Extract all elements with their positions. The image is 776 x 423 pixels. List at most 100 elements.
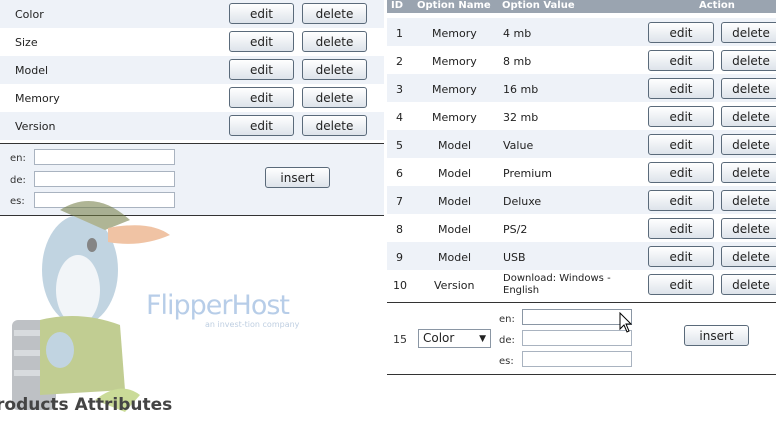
row-option-value: Deluxe [503,195,542,208]
es-field[interactable] [522,351,632,367]
option-name-select-value: Color [423,331,455,345]
delete-button[interactable]: delete [721,190,776,211]
list-item: Color edit delete [0,0,384,28]
edit-button[interactable]: edit [648,78,714,99]
logo-tagline: an invest-tion company [205,320,300,329]
edit-button[interactable]: edit [648,22,714,43]
row-option-name: Memory [432,111,477,124]
edit-button[interactable]: edit [648,134,714,155]
insert-button[interactable]: insert [684,325,749,346]
insert-button[interactable]: insert [265,167,330,188]
option-name-select[interactable]: Color ▼ [418,329,491,348]
delete-button[interactable]: delete [721,162,776,183]
option-names-panel: Color edit delete Size edit delete Model… [0,0,384,140]
edit-button[interactable]: edit [229,59,294,80]
edit-button[interactable]: edit [648,190,714,211]
row-id: 2 [396,55,403,68]
table-row: 6 Model Premium edit delete [387,158,776,186]
row-option-value: PS/2 [503,223,528,236]
list-item: Version edit delete [0,112,384,140]
delete-button[interactable]: delete [302,59,367,80]
option-name: Model [15,64,49,77]
flipperhost-logo: FlipperHost an invest-tion company [0,190,310,420]
de-label: de: [10,175,26,186]
row-option-name: Memory [432,83,477,96]
list-item: Size edit delete [0,28,384,56]
table-header: ID Option Name Option Value Action [387,0,776,13]
de-field[interactable] [522,330,632,346]
edit-button[interactable]: edit [648,246,714,267]
row-option-value: Download: Windows - English [503,273,611,296]
row-option-name: Model [438,223,472,236]
row-option-value: 32 mb [503,111,539,124]
new-row-id: 15 [393,333,407,346]
delete-button[interactable]: delete [721,218,776,239]
row-option-name: Model [438,167,472,180]
en-label: en: [499,314,515,325]
edit-button[interactable]: edit [229,3,294,24]
insert-value-form: 15 Color ▼ en: de: es: insert [387,302,776,375]
edit-button[interactable]: edit [229,87,294,108]
table-row: 3 Memory 16 mb edit delete [387,74,776,102]
edit-button[interactable]: edit [648,274,714,295]
row-id: 9 [396,251,403,264]
row-option-value: USB [503,251,526,264]
row-id: 7 [396,195,403,208]
row-option-name: Memory [432,27,477,40]
en-field[interactable] [34,149,175,165]
delete-button[interactable]: delete [721,22,776,43]
option-name: Memory [15,92,60,105]
edit-button[interactable]: edit [648,50,714,71]
list-item: Model edit delete [0,56,384,84]
edit-button[interactable]: edit [229,31,294,52]
delete-button[interactable]: delete [302,115,367,136]
delete-button[interactable]: delete [721,106,776,127]
edit-button[interactable]: edit [648,162,714,183]
column-header-option-value: Option Value [502,0,575,11]
de-field[interactable] [34,171,175,187]
en-label: en: [10,153,26,164]
column-header-id: ID [391,0,404,11]
delete-button[interactable]: delete [721,78,776,99]
column-header-action: Action [699,0,735,11]
row-option-value: 8 mb [503,55,532,68]
row-id: 6 [396,167,403,180]
en-field[interactable] [522,309,632,325]
option-name: Version [15,120,56,133]
row-id: 3 [396,83,403,96]
row-id: 8 [396,223,403,236]
mouse-cursor-icon [619,312,633,333]
row-option-value: 16 mb [503,83,539,96]
edit-button[interactable]: edit [648,218,714,239]
delete-button[interactable]: delete [721,134,776,155]
delete-button[interactable]: delete [721,246,776,267]
edit-button[interactable]: edit [229,115,294,136]
row-option-name: Model [438,251,472,264]
row-option-name: Model [438,195,472,208]
table-row: 10 Version Download: Windows - English e… [387,270,776,300]
row-option-value: 4 mb [503,27,532,40]
logo-wordmark: FlipperHost [146,290,290,321]
delete-button[interactable]: delete [302,3,367,24]
es-label: es: [499,356,514,367]
table-row: 2 Memory 8 mb edit delete [387,46,776,74]
row-id: 5 [396,139,403,152]
de-label: de: [499,335,515,346]
table-row: 9 Model USB edit delete [387,242,776,270]
option-name: Size [15,36,38,49]
delete-button[interactable]: delete [302,31,367,52]
row-option-name: Memory [432,55,477,68]
row-id: 10 [393,279,407,292]
delete-button[interactable]: delete [302,87,367,108]
option-name: Color [15,8,44,21]
row-option-name: Model [438,139,472,152]
table-row: 1 Memory 4 mb edit delete [387,18,776,46]
page-title: roducts Attributes [0,395,173,415]
table-row: 7 Model Deluxe edit delete [387,186,776,214]
edit-button[interactable]: edit [648,106,714,127]
delete-button[interactable]: delete [721,50,776,71]
row-option-value: Value [503,139,534,152]
list-item: Memory edit delete [0,84,384,112]
table-row: 8 Model PS/2 edit delete [387,214,776,242]
delete-button[interactable]: delete [721,274,776,295]
